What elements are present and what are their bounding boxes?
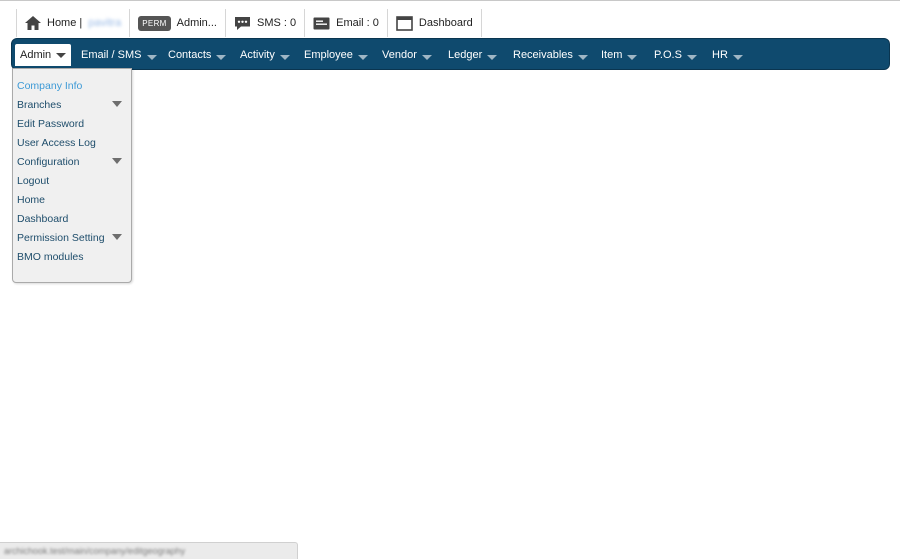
nav-label: Activity <box>240 49 275 61</box>
browser-status-bar: archichook.test/main/company/editgeograp… <box>0 542 298 559</box>
nav-hr[interactable]: HR <box>712 45 743 65</box>
menu-item-label: User Access Log <box>17 136 96 149</box>
main-nav: Admin Email / SMS Contacts Activity Empl… <box>11 38 890 70</box>
nav-email-sms[interactable]: Email / SMS <box>81 45 157 65</box>
chevron-down-icon <box>357 54 368 60</box>
menu-item-home[interactable]: Home <box>17 191 129 208</box>
nav-ledger[interactable]: Ledger <box>448 45 498 65</box>
email-label: Email : 0 <box>336 17 379 29</box>
chevron-down-icon <box>627 54 638 60</box>
chevron-down-icon <box>112 234 122 240</box>
home-icon <box>25 16 41 30</box>
nav-label: Email / SMS <box>81 49 142 61</box>
nav-label: Ledger <box>448 49 483 61</box>
menu-item-edit-password[interactable]: Edit Password <box>17 115 129 132</box>
menu-item-label: Logout <box>17 174 50 187</box>
chevron-down-icon <box>146 54 157 60</box>
nav-contacts[interactable]: Contacts <box>168 45 227 65</box>
menu-item-label: Permission Setting <box>17 231 105 244</box>
chevron-down-icon <box>56 53 67 58</box>
nav-label: P.O.S <box>654 49 682 61</box>
nav-employee[interactable]: Employee <box>304 45 368 65</box>
nav-item[interactable]: Item <box>601 45 638 65</box>
perm-badge: PERM <box>138 15 171 31</box>
menu-item-permission-setting[interactable]: Permission Setting <box>17 229 129 246</box>
email-link[interactable]: Email : 0 <box>304 9 387 37</box>
menu-item-branches[interactable]: Branches <box>17 96 129 113</box>
home-label: Home | <box>47 17 83 29</box>
menu-item-configuration[interactable]: Configuration <box>17 153 129 170</box>
menu-item-label: Branches <box>17 98 62 111</box>
nav-vendor[interactable]: Vendor <box>382 45 432 65</box>
nav-admin[interactable]: Admin <box>15 44 72 66</box>
nav-label: HR <box>712 49 728 61</box>
home-link[interactable]: Home | pavitra <box>16 9 129 37</box>
menu-item-label: BMO modules <box>17 250 84 263</box>
status-url: archichook.test/main/company/editgeograp… <box>4 546 186 556</box>
admin-link[interactable]: PERM Admin... <box>129 9 225 37</box>
menu-item-label: Company Info <box>17 79 83 92</box>
nav-label: Admin <box>20 49 52 61</box>
envelope-icon <box>313 17 330 30</box>
menu-item-bmo-modules[interactable]: BMO modules <box>17 248 129 265</box>
chevron-down-icon <box>112 158 122 164</box>
admin-label: Admin... <box>176 17 217 29</box>
chevron-down-icon <box>577 54 588 60</box>
nav-label: Receivables <box>513 49 573 61</box>
dashboard-link[interactable]: Dashboard <box>386 9 482 37</box>
nav-receivables[interactable]: Receivables <box>513 45 588 65</box>
sms-link[interactable]: SMS : 0 <box>224 9 304 37</box>
chevron-down-icon <box>487 54 498 60</box>
admin-dropdown-menu: Company Info Branches Edit Password User… <box>12 68 132 283</box>
top-bar: Home | pavitra PERM Admin... SMS : 0 Ema… <box>16 9 482 37</box>
chevron-down-icon <box>421 54 432 60</box>
menu-item-user-access-log[interactable]: User Access Log <box>17 134 129 151</box>
nav-pos[interactable]: P.O.S <box>654 45 697 65</box>
nav-label: Vendor <box>382 49 417 61</box>
home-username: pavitra <box>88 17 122 29</box>
chevron-down-icon <box>112 101 122 107</box>
nav-label: Contacts <box>168 49 212 61</box>
menu-item-label: Edit Password <box>17 117 85 130</box>
nav-label: Item <box>601 49 623 61</box>
menu-item-dashboard[interactable]: Dashboard <box>17 210 129 227</box>
chevron-down-icon <box>686 54 697 60</box>
chevron-down-icon <box>216 54 227 60</box>
nav-label: Employee <box>304 49 353 61</box>
menu-item-logout[interactable]: Logout <box>17 172 129 189</box>
nav-activity[interactable]: Activity <box>240 45 290 65</box>
sms-label: SMS : 0 <box>256 17 297 29</box>
menu-item-company-info[interactable]: Company Info <box>17 77 129 94</box>
chevron-down-icon <box>279 54 290 60</box>
menu-item-label: Home <box>17 193 46 206</box>
chat-bubble-icon <box>234 16 251 31</box>
menu-item-label: Dashboard <box>17 212 69 225</box>
dashboard-label: Dashboard <box>418 17 473 29</box>
window-icon <box>396 15 413 31</box>
chevron-down-icon <box>732 54 743 60</box>
menu-item-label: Configuration <box>17 155 80 168</box>
